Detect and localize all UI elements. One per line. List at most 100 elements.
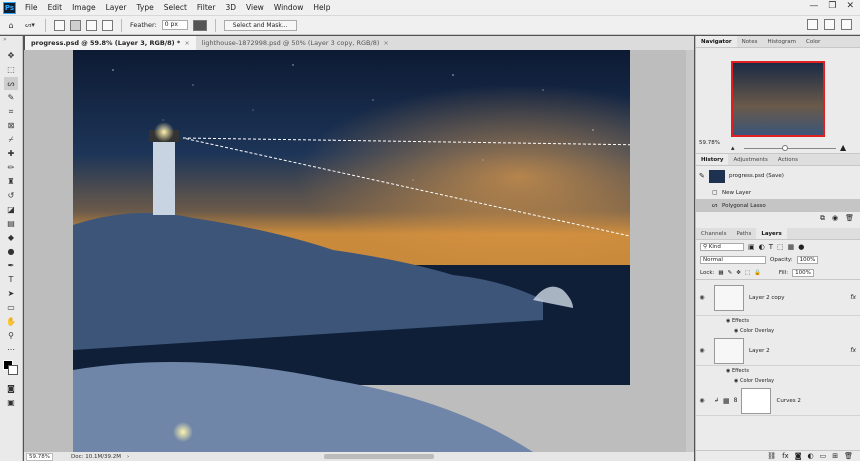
layer-kind-filter[interactable]: ⚲ Kind [700, 242, 744, 251]
menu-type[interactable]: Type [132, 3, 159, 12]
menu-image[interactable]: Image [67, 3, 101, 12]
history-brush-tool-icon[interactable]: ↺ [4, 189, 18, 202]
zoom-slider-thumb[interactable] [782, 145, 788, 151]
horizontal-scrollbar[interactable] [324, 454, 434, 459]
lock-artboard-icon[interactable]: ⬚ [745, 270, 750, 276]
filter-toggle-icon[interactable]: ● [798, 243, 804, 251]
layer-row[interactable]: ◉ Layer 2 copy fx [696, 280, 860, 316]
quick-select-tool-icon[interactable]: ✎ [4, 91, 18, 104]
new-selection-button[interactable] [54, 19, 65, 31]
move-tool-icon[interactable]: ✥ [4, 49, 18, 62]
layer-effects[interactable]: ◉ Effects [696, 366, 860, 376]
eraser-tool-icon[interactable]: ◪ [4, 203, 18, 216]
workspace-icon[interactable] [824, 19, 835, 30]
tab-channels[interactable]: Channels [696, 228, 731, 239]
quick-mask-icon[interactable]: ◙ [4, 382, 18, 395]
lock-all-icon[interactable]: 🔒 [754, 270, 761, 276]
frame-tool-icon[interactable]: ⊠ [4, 119, 18, 132]
layer-style-icon[interactable]: fx [782, 452, 789, 460]
lock-position-icon[interactable]: ✥ [736, 270, 741, 276]
background-color-swatch[interactable] [8, 365, 18, 375]
path-selection-tool-icon[interactable]: ➤ [4, 287, 18, 300]
screen-mode-icon[interactable]: ▣ [4, 396, 18, 409]
tab-notes[interactable]: Notes [737, 36, 763, 47]
history-brush-icon[interactable]: ✎ [699, 172, 709, 180]
share-icon[interactable] [841, 19, 852, 30]
menu-filter[interactable]: Filter [192, 3, 221, 12]
filter-pixel-icon[interactable]: ▣ [748, 243, 755, 251]
history-item-active[interactable]: ᔕ Polygonal Lasso [696, 199, 860, 212]
tab-history[interactable]: History [696, 154, 729, 165]
new-adjustment-icon[interactable]: ◐ [808, 452, 814, 460]
crop-tool-icon[interactable]: ⌗ [4, 105, 18, 118]
menu-view[interactable]: View [241, 3, 269, 12]
filter-adjustment-icon[interactable]: ◐ [759, 243, 765, 251]
tab-adjustments[interactable]: Adjustments [728, 154, 772, 165]
zoom-in-icon[interactable]: ▲ [840, 143, 846, 152]
maximize-icon[interactable]: ❐ [828, 1, 836, 11]
color-swatches[interactable] [3, 360, 19, 378]
more-tools-icon[interactable]: ⋯ [4, 343, 18, 356]
vertical-scrollbar[interactable] [686, 50, 694, 452]
visibility-eye-icon[interactable]: ◉ [696, 347, 708, 354]
menu-file[interactable]: File [20, 3, 43, 12]
tab-paths[interactable]: Paths [731, 228, 756, 239]
select-and-mask-button[interactable]: Select and Mask... [223, 19, 297, 31]
tab-close-icon[interactable]: × [184, 39, 189, 47]
dodge-tool-icon[interactable]: ● [4, 245, 18, 258]
document-canvas[interactable] [73, 50, 630, 452]
search-icon[interactable] [807, 19, 818, 30]
zoom-field[interactable]: 59.78% [26, 452, 53, 461]
fx-icon[interactable]: fx [850, 294, 856, 301]
tab-lighthouse[interactable]: lighthouse-1872998.psd @ 50% (Layer 3 co… [196, 36, 395, 50]
new-group-icon[interactable]: ▭ [820, 452, 827, 460]
navigator-zoom-slider[interactable]: ▴ ▲ [696, 143, 860, 154]
tab-layers[interactable]: Layers [756, 228, 787, 239]
new-layer-icon[interactable]: ⊞ [832, 452, 838, 460]
layer-row[interactable]: ◉ Layer 2 fx [696, 336, 860, 366]
tab-close-icon[interactable]: × [383, 39, 388, 47]
fill-input[interactable]: 100% [792, 268, 814, 277]
navigator-preview[interactable] [731, 61, 825, 137]
menu-help[interactable]: Help [308, 3, 335, 12]
link-layers-icon[interactable]: ⛓ [767, 452, 776, 460]
history-snapshot[interactable]: ✎ progress.psd (Save) [696, 166, 860, 186]
menu-layer[interactable]: Layer [101, 3, 132, 12]
eyedropper-tool-icon[interactable]: ⌿ [4, 133, 18, 146]
gradient-tool-icon[interactable]: ▤ [4, 217, 18, 230]
lock-image-icon[interactable]: ✎ [728, 270, 733, 276]
hand-tool-icon[interactable]: ✋ [4, 315, 18, 328]
menu-window[interactable]: Window [269, 3, 309, 12]
feather-input[interactable]: 0 px [161, 20, 188, 30]
filter-smart-icon[interactable]: ▦ [788, 243, 795, 251]
layer-effect[interactable]: ◉ Color Overlay [696, 376, 860, 386]
clone-stamp-tool-icon[interactable]: ♜ [4, 175, 18, 188]
blur-tool-icon[interactable]: ◆ [4, 231, 18, 244]
antialias-button[interactable] [192, 19, 207, 31]
menu-select[interactable]: Select [159, 3, 192, 12]
opacity-input[interactable]: 100% [796, 255, 819, 264]
menu-3d[interactable]: 3D [220, 3, 241, 12]
polygonal-lasso-tool-icon[interactable]: ᔕ [4, 77, 18, 90]
home-icon[interactable]: ⌂ [4, 19, 18, 32]
new-document-from-state-icon[interactable]: ⧉ [820, 214, 825, 223]
zoom-slider-track[interactable] [744, 148, 836, 149]
camera-icon[interactable]: ◉ [832, 214, 838, 223]
tab-color[interactable]: Color [801, 36, 825, 47]
add-mask-icon[interactable]: ◙ [795, 452, 802, 460]
toolbar-collapse-icon[interactable]: » [0, 36, 22, 48]
layer-effects[interactable]: ◉ Effects [696, 316, 860, 326]
filter-type-icon[interactable]: T [769, 243, 773, 251]
pen-tool-icon[interactable]: ✒ [4, 259, 18, 272]
zoom-tool-icon[interactable]: ⚲ [4, 329, 18, 342]
rectangle-tool-icon[interactable]: ▭ [4, 301, 18, 314]
minimize-icon[interactable]: — [809, 1, 818, 11]
trash-icon[interactable]: 🗑 [845, 214, 854, 223]
fx-icon[interactable]: fx [850, 347, 856, 354]
tab-navigator[interactable]: Navigator [696, 36, 737, 47]
tab-histogram[interactable]: Histogram [762, 36, 801, 47]
filter-shape-icon[interactable]: ⬚ [777, 243, 784, 251]
add-selection-button[interactable] [70, 19, 81, 31]
tab-progress[interactable]: progress.psd @ 59.8% (Layer 3, RGB/8) * × [25, 36, 196, 50]
healing-brush-tool-icon[interactable]: ✚ [4, 147, 18, 160]
